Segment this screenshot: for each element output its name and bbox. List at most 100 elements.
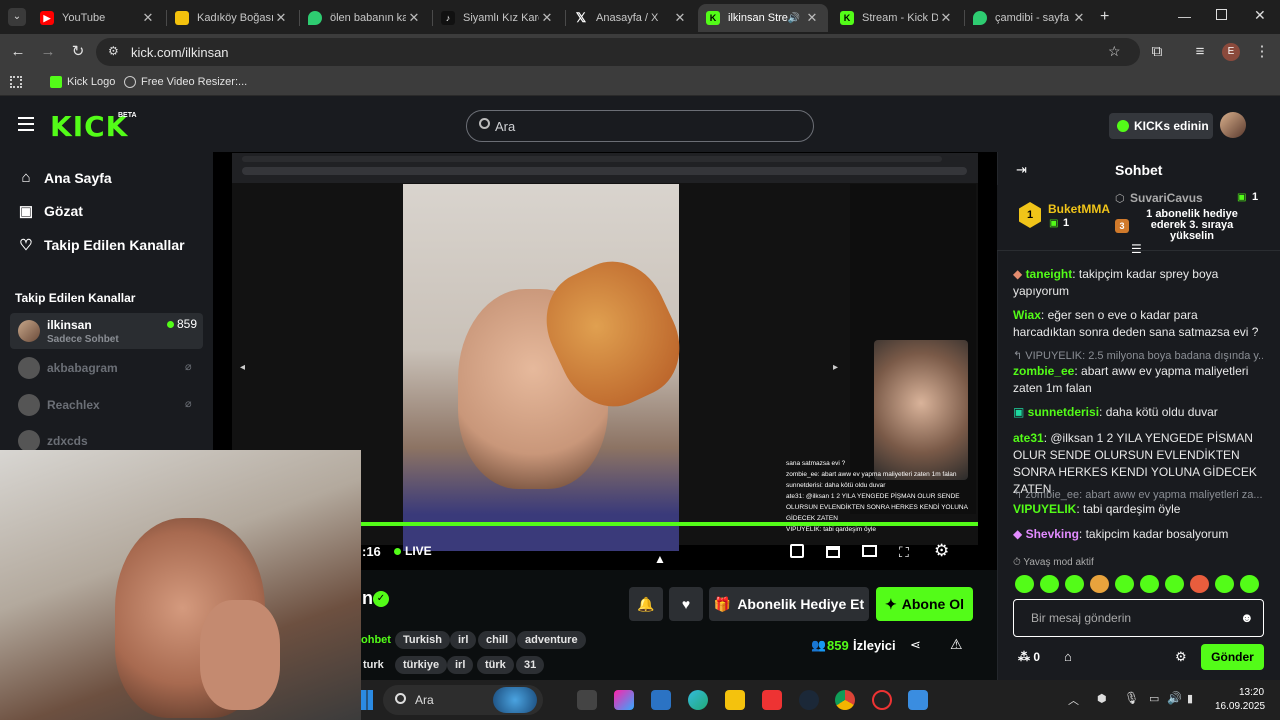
- pip-icon[interactable]: [862, 545, 877, 557]
- chat-username[interactable]: taneight: [1026, 267, 1073, 281]
- fullscreen-icon[interactable]: ⛶: [899, 544, 909, 561]
- emote-icon[interactable]: [1140, 575, 1159, 593]
- emote-icon[interactable]: [1215, 575, 1234, 593]
- emote-icon[interactable]: [1190, 575, 1209, 593]
- task-view-icon[interactable]: [577, 690, 597, 710]
- rank-1-user[interactable]: BuketMMA: [1048, 202, 1110, 216]
- microphone-icon[interactable]: 🎙: [1124, 691, 1139, 705]
- chat-username[interactable]: sunnetderisi: [1028, 405, 1099, 419]
- emote-icon[interactable]: [1040, 575, 1059, 593]
- back-icon[interactable]: ←: [8, 42, 28, 62]
- emote-icon[interactable]: [1065, 575, 1084, 593]
- emote-icon[interactable]: [1090, 575, 1109, 593]
- emote-icon[interactable]: [1165, 575, 1184, 593]
- video-progress-bar[interactable]: [360, 522, 978, 526]
- next-arrow-icon[interactable]: ▸: [833, 362, 838, 373]
- follow-heart-button[interactable]: ♥: [669, 587, 703, 621]
- close-window-icon[interactable]: ✕: [1254, 7, 1266, 24]
- theater-mode-icon[interactable]: [790, 544, 804, 558]
- hamburger-menu-icon[interactable]: [18, 117, 34, 131]
- rank-2-user[interactable]: SuvariCavus: [1130, 191, 1203, 205]
- tag-chill[interactable]: chill: [478, 631, 517, 649]
- new-tab-button[interactable]: +: [1100, 8, 1109, 26]
- chat-username[interactable]: VIPUYELIK: [1013, 502, 1076, 516]
- tab-anasayfa-x[interactable]: 𝕏 Anasayfa / X ✕: [566, 4, 696, 32]
- bookmark-star-icon[interactable]: ☆: [1108, 43, 1121, 60]
- notification-bell-button[interactable]: 🔔: [629, 587, 663, 621]
- file-explorer-icon[interactable]: [725, 690, 745, 710]
- emote-icon[interactable]: [1015, 575, 1034, 593]
- tag-31[interactable]: 31: [516, 656, 545, 674]
- close-icon[interactable]: ✕: [273, 10, 289, 26]
- reload-icon[interactable]: ↻: [68, 42, 88, 62]
- channel-item-reachlex[interactable]: Reachlex ⌀: [10, 387, 203, 423]
- battery-icon[interactable]: ▮: [1187, 692, 1193, 705]
- tab-youtube[interactable]: ▶ YouTube ✕: [32, 4, 164, 32]
- bookmark-kick-logo[interactable]: Kick Logo: [50, 76, 115, 88]
- tag-adventure[interactable]: adventure: [517, 631, 586, 649]
- tab-search-button[interactable]: ⌄: [8, 8, 26, 26]
- emoji-icon[interactable]: ☻: [1240, 610, 1254, 625]
- steam-icon[interactable]: [799, 690, 819, 710]
- store-app-icon[interactable]: [651, 690, 671, 710]
- nav-home[interactable]: ⌂ Ana Sayfa: [16, 169, 111, 186]
- chat-message-input[interactable]: Bir mesaj gönderin ☻: [1013, 599, 1264, 637]
- restore-icon[interactable]: [1216, 9, 1227, 20]
- kicks-balance[interactable]: ⁂ 0: [1018, 650, 1040, 664]
- user-avatar[interactable]: [1220, 112, 1246, 138]
- chat-username[interactable]: zombie_ee: [1013, 364, 1074, 378]
- close-icon[interactable]: ✕: [804, 10, 820, 26]
- edge-icon[interactable]: [688, 690, 708, 710]
- tag-irl-2[interactable]: irl: [447, 656, 474, 674]
- nav-following[interactable]: ♡ Takip Edilen Kanallar: [16, 236, 184, 254]
- photos-icon[interactable]: [908, 690, 928, 710]
- volume-icon[interactable]: 🔊: [1167, 691, 1182, 705]
- profile-avatar[interactable]: E: [1222, 43, 1240, 61]
- tag-turkiye[interactable]: türkiye: [395, 656, 448, 674]
- tab-kadikoy[interactable]: Kadıköy Boğası ( ✕: [167, 4, 297, 32]
- windows-start-icon[interactable]: [361, 690, 373, 710]
- close-icon[interactable]: ✕: [672, 10, 688, 26]
- tray-app-icon[interactable]: ⬢: [1097, 692, 1107, 705]
- clock-time[interactable]: 13:20: [1239, 687, 1264, 698]
- tag-turkish[interactable]: Turkish: [395, 631, 450, 649]
- media-control-icon[interactable]: ≡: [1190, 42, 1210, 62]
- close-icon[interactable]: ✕: [539, 10, 555, 26]
- chat-username[interactable]: Wiax: [1013, 308, 1041, 322]
- more-menu-icon[interactable]: ⋮: [1252, 42, 1272, 62]
- game-app-icon[interactable]: [872, 690, 892, 710]
- category-tag[interactable]: ohbet: [361, 631, 399, 649]
- tag-turk[interactable]: turk: [361, 656, 392, 674]
- get-kicks-button[interactable]: KICKs edinin: [1109, 113, 1213, 139]
- prev-arrow-icon[interactable]: ◂: [240, 362, 245, 373]
- site-info-icon[interactable]: ⚙: [108, 44, 119, 58]
- tag-irl[interactable]: irl: [450, 631, 477, 649]
- minimize-icon[interactable]: —: [1178, 9, 1191, 24]
- close-icon[interactable]: ✕: [938, 10, 954, 26]
- address-bar[interactable]: ⚙ kick.com/ilkinsan ☆: [96, 38, 1140, 66]
- chat-username[interactable]: ate31: [1013, 431, 1044, 445]
- emote-icon[interactable]: [1115, 575, 1134, 593]
- tab-siyamli[interactable]: ♪ Siyamlı Kız Karde ✕: [433, 4, 563, 32]
- settings-gear-icon[interactable]: ⚙: [934, 541, 949, 561]
- collapse-chat-icon[interactable]: ⇥: [1016, 162, 1027, 178]
- forward-icon[interactable]: →: [38, 42, 58, 62]
- red-app-icon[interactable]: [762, 690, 782, 710]
- gift-subscription-button[interactable]: 🎁 Abonelik Hediye Et: [709, 587, 869, 621]
- channel-item-akbabagram[interactable]: akbabagram ⌀: [10, 350, 203, 386]
- chrome-icon[interactable]: [835, 690, 855, 710]
- chat-settings-icon[interactable]: ⚙: [1175, 649, 1187, 665]
- nav-browse[interactable]: ▣ Gözat: [16, 202, 83, 220]
- tray-overflow-icon[interactable]: ︿: [1068, 692, 1079, 708]
- channel-item-ilkinsan[interactable]: ilkinsan Sadece Sohbet 859: [10, 313, 203, 349]
- kick-logo[interactable]: KICK: [50, 110, 128, 143]
- close-icon[interactable]: ✕: [406, 10, 422, 26]
- close-icon[interactable]: ✕: [1071, 10, 1087, 26]
- send-button[interactable]: Gönder: [1201, 644, 1264, 670]
- tab-camdibi[interactable]: çamdibi - sayfa ✕: [965, 4, 1095, 32]
- copilot-icon[interactable]: [614, 690, 634, 710]
- clip-icon[interactable]: [826, 546, 840, 558]
- extensions-icon[interactable]: ⧉: [1147, 42, 1167, 62]
- expand-pinned-icon[interactable]: ☰: [1131, 242, 1142, 256]
- clock-date[interactable]: 16.09.2025: [1215, 701, 1265, 712]
